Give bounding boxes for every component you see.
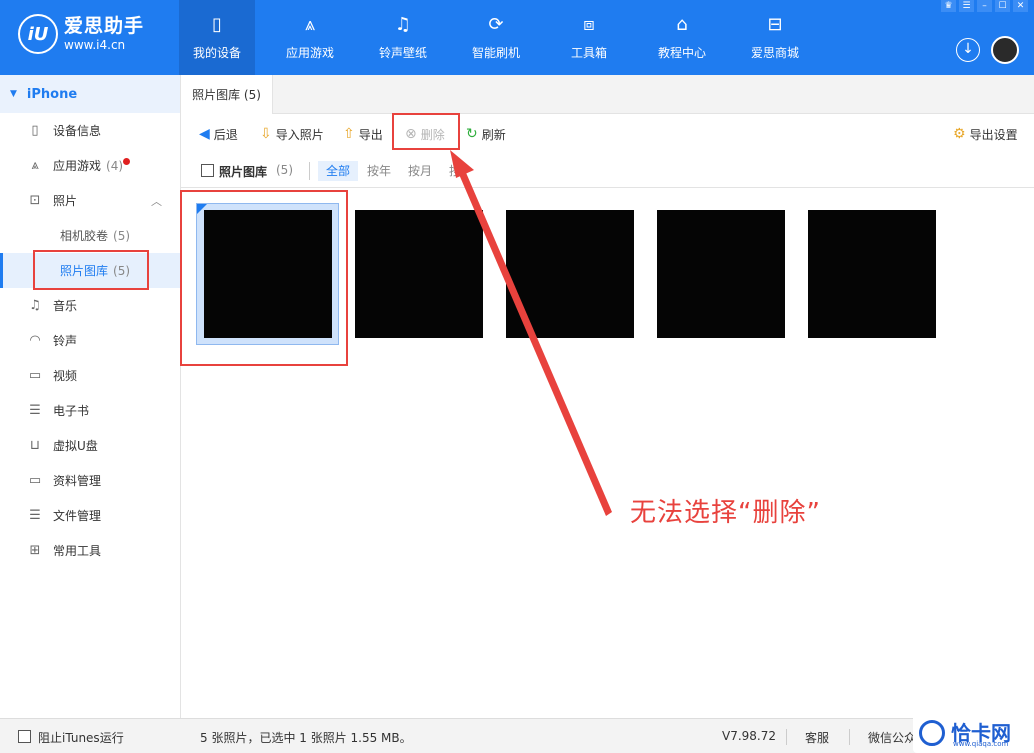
- block-itunes-checkbox[interactable]: [18, 730, 31, 743]
- annotation-text: 无法选择“删除”: [630, 498, 821, 528]
- annotation-arrow: [450, 150, 612, 516]
- version-label: V7.98.72: [722, 729, 777, 743]
- watermark: 恰卡网 www.qiaqa.com: [913, 712, 1034, 753]
- status-bar: 阻止iTunes运行 5 张照片，已选中 1 张照片 1.55 MB。 V7.9…: [0, 718, 1034, 753]
- block-itunes-label[interactable]: 阻止iTunes运行: [38, 729, 124, 746]
- divider: [849, 729, 850, 745]
- watermark-logo-icon: [919, 719, 945, 746]
- divider: [786, 729, 787, 745]
- selection-info: 5 张照片，已选中 1 张照片 1.55 MB。: [200, 731, 412, 745]
- customer-service-link[interactable]: 客服: [805, 729, 829, 746]
- watermark-site: www.qiaqa.com: [953, 740, 1009, 748]
